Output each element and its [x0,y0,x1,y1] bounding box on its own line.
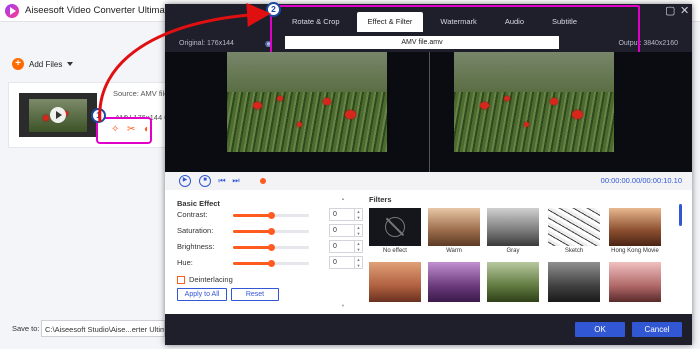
chevron-down-icon[interactable] [67,62,74,66]
dialog-footer: OK Cancel [165,314,692,345]
hue-stepper[interactable]: ▲ ▼ [355,256,363,269]
brightness-stepper[interactable]: ▲ ▼ [355,240,363,253]
save-to-row: Save to: C:\Aiseesoft Studio\Aise...erte… [0,316,168,342]
scissors-icon[interactable]: ✂ [127,124,135,135]
basic-effect-title: Basic Effect [177,199,220,208]
filters-title: Filters [369,195,392,204]
checkbox-box[interactable] [177,275,185,284]
output-preview [454,52,614,152]
filter-thumb[interactable] [487,262,539,302]
step-badge-1: 1 [91,108,106,123]
filter-thumb[interactable] [428,262,480,302]
contrast-slider[interactable] [233,212,309,219]
current-time: 00:00:00.00 [600,176,641,185]
filter-label: Gray [506,248,520,254]
file-source: Source: AMV file. [113,89,171,98]
play-button[interactable]: ▶ [179,175,191,187]
preview-area [165,52,692,172]
hue-row: Hue: 0 ▲ ▼ [177,256,363,269]
edit-dialog: ▢ ✕ Rotate & Crop Effect & Filter Waterm… [165,2,692,345]
filters-scrollbar[interactable] [679,204,682,226]
magic-wand-icon[interactable]: ✧ [111,124,119,135]
palette-icon[interactable]: ◐ [144,124,150,135]
saturation-slider-knob[interactable] [268,228,275,235]
play-icon[interactable] [50,107,66,123]
next-frame-icon[interactable]: ⏭ [231,175,241,187]
add-files-label: Add Files [29,59,63,69]
original-resolution: Original: 176x144 [179,40,234,47]
brightness-row: Brightness: 0 ▲ ▼ [177,240,363,253]
reset-button[interactable]: Reset [231,288,279,301]
saturation-slider[interactable] [233,228,309,235]
filter-gray[interactable] [487,208,539,246]
hue-slider[interactable] [233,260,309,267]
filter-label: Sketch [564,248,584,254]
apply-to-all-button[interactable]: Apply to All [177,288,227,301]
ok-button[interactable]: OK [575,322,625,337]
time-display: 00:00:00.00/00:00:10.10 [601,176,682,185]
left-panel-scrollbar[interactable] [341,196,346,308]
preview-divider [429,52,430,172]
edit-tools-highlight: ✧ ✂ ◐ [96,117,152,144]
playhead[interactable] [260,178,266,184]
saturation-row: Saturation: 0 ▲ ▼ [177,224,363,237]
brightness-slider-knob[interactable] [268,244,275,251]
add-files-button[interactable]: + Add Files [12,57,74,71]
saturation-label: Saturation: [177,226,214,235]
effect-panel: Basic Effect Contrast: 0 ▲ ▼ Saturation: … [165,190,692,314]
filter-thumb[interactable] [548,262,600,302]
playback-controls: ▶ ■ ⏮ ⏭ 00:00:00.00/00:00:10.10 [165,172,692,190]
hue-slider-knob[interactable] [268,260,275,267]
contrast-slider-knob[interactable] [268,212,275,219]
stop-button[interactable]: ■ [199,175,211,187]
filter-label: Hong Kong Movie [611,248,659,254]
brightness-slider[interactable] [233,244,309,251]
saturation-stepper[interactable]: ▲ ▼ [355,224,363,237]
total-time: /00:00:10.10 [640,176,682,185]
filter-label: Warm [446,248,462,254]
deinterlacing-checkbox[interactable]: Deinterlacing [177,275,233,284]
filter-thumb[interactable] [609,262,661,302]
video-thumbnail[interactable] [19,93,97,137]
contrast-label: Contrast: [177,210,208,219]
previous-frame-icon[interactable]: ⏮ [217,175,227,187]
hue-label: Hue: [177,258,193,267]
cancel-button[interactable]: Cancel [632,322,682,337]
contrast-stepper[interactable]: ▲ ▼ [355,208,363,221]
filter-label: No effect [383,248,407,254]
step-badge-2: 2 [266,2,281,17]
filter-thumb[interactable] [369,262,421,302]
save-to-path-field[interactable]: C:\Aiseesoft Studio\Aise...erter Ultimat… [41,320,165,337]
original-preview [227,52,387,152]
filter-hong-kong-movie[interactable] [609,208,661,246]
filter-sketch[interactable] [548,208,600,246]
save-to-label: Save to: [12,324,40,333]
filter-warm[interactable] [428,208,480,246]
minimize-icon[interactable]: ▢ [665,4,675,17]
plus-icon: + [12,58,24,70]
filter-no-effect[interactable] [369,208,421,246]
brightness-label: Brightness: [177,242,215,251]
app-logo-icon [5,4,19,18]
close-icon[interactable]: ✕ [680,4,689,17]
deinterlacing-label: Deinterlacing [189,275,233,284]
contrast-row: Contrast: 0 ▲ ▼ [177,208,363,221]
